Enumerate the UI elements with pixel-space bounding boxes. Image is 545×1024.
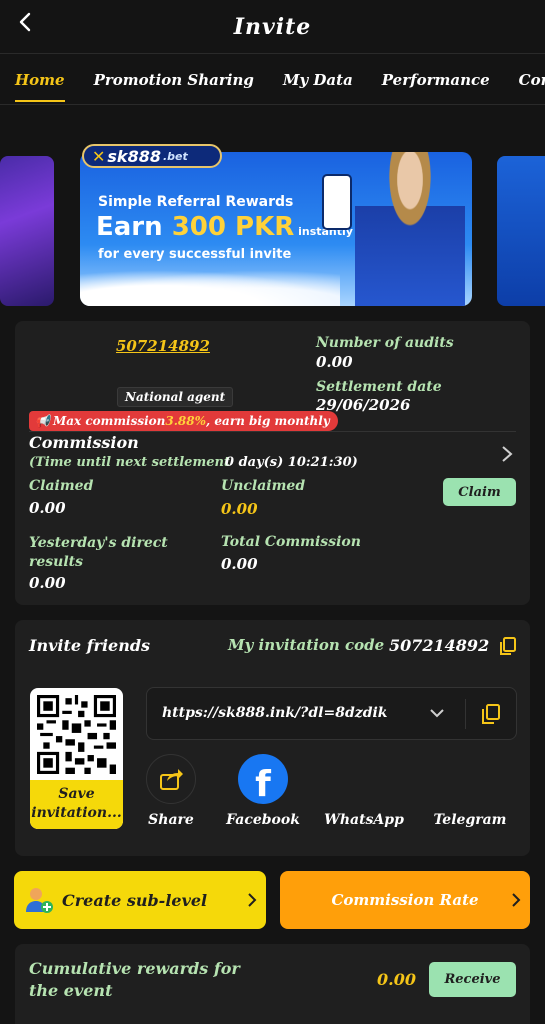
yesterday-results-value: 0.00	[29, 574, 66, 592]
banner-carousel[interactable]: Simple Referral Rewards Earn 300 PKR ins…	[0, 140, 545, 310]
max-commission-banner: 📢 Max commission 3.88%, earn big monthly	[29, 411, 338, 431]
agent-badge: National agent	[117, 387, 234, 407]
audits-value: 0.00	[316, 353, 353, 371]
share-option-facebook[interactable]: f Facebook	[223, 754, 303, 828]
create-sublevel-button[interactable]: Create sub-level	[14, 871, 266, 929]
audits-label: Number of audits	[316, 335, 454, 351]
tab-performance[interactable]: Performance	[382, 71, 490, 89]
model-illustration	[355, 152, 465, 306]
add-user-icon	[26, 888, 53, 913]
settlement-date-label: Settlement date	[316, 379, 442, 395]
chevron-right-icon	[512, 893, 521, 907]
link-divider	[465, 699, 466, 729]
carousel-indicator	[222, 292, 240, 297]
receive-button[interactable]: Receive	[429, 962, 516, 997]
claimed-label: Claimed	[29, 478, 94, 494]
invitation-code-label: My invitation code	[228, 636, 385, 654]
chevron-right-icon[interactable]	[499, 443, 515, 465]
top-bar: Invite	[0, 0, 545, 54]
banner-line-3: for every successful invite	[98, 247, 292, 262]
share-icon	[146, 754, 196, 804]
user-id: 507214892	[116, 337, 210, 355]
commission-title: Commission	[29, 433, 139, 452]
event-rewards-label: Cumulative rewards for the event	[29, 959, 240, 1000]
banner-line-2: Earn 300 PKR instantly	[96, 212, 353, 242]
tab-commission[interactable]: Commiss	[519, 71, 545, 89]
commission-card: 507214892 National agent Number of audit…	[15, 321, 530, 605]
phone-illustration	[322, 174, 352, 230]
facebook-icon: f	[238, 754, 288, 805]
tab-my-data[interactable]: My Data	[283, 71, 353, 89]
tab-promotion-sharing[interactable]: Promotion Sharing	[94, 71, 254, 89]
banner-previous[interactable]	[0, 156, 54, 306]
copy-link-icon[interactable]	[480, 703, 502, 725]
chevron-down-icon[interactable]	[428, 706, 446, 720]
divider	[29, 431, 516, 432]
banner-clouds	[80, 270, 340, 306]
telegram-label: Telegram	[433, 812, 507, 828]
tab-home[interactable]: Home	[15, 71, 65, 102]
copy-code-icon[interactable]	[498, 636, 518, 656]
claimed-value: 0.00	[29, 499, 66, 517]
event-rewards-value: 0.00	[377, 970, 416, 989]
invitation-link-field[interactable]: https://sk888.ink/?dl=8dzdik	[146, 687, 517, 740]
total-commission-label: Total Commission	[221, 534, 361, 550]
qr-code-card[interactable]: Save invitation...	[30, 688, 123, 829]
unclaimed-label: Unclaimed	[221, 478, 306, 494]
share-option-telegram[interactable]: Telegram	[429, 754, 511, 828]
unclaimed-value: 0.00	[221, 500, 258, 518]
chevron-right-icon	[248, 893, 257, 907]
claim-button[interactable]: Claim	[443, 478, 516, 506]
countdown-label: (Time until next settlement	[29, 455, 230, 470]
whatsapp-label: WhatsApp	[324, 812, 404, 828]
back-arrow-icon[interactable]	[14, 10, 38, 34]
event-rewards-card: Cumulative rewards for the event 0.00 Re…	[15, 944, 530, 1024]
save-invitation-button[interactable]: Save invitation...	[30, 780, 123, 829]
share-option-whatsapp[interactable]: WhatsApp	[323, 754, 405, 828]
tab-bar: Home Promotion Sharing My Data Performan…	[0, 55, 545, 105]
share-option-share[interactable]: Share	[146, 754, 196, 828]
referral-banner[interactable]: Simple Referral Rewards Earn 300 PKR ins…	[80, 152, 472, 306]
megaphone-icon: 📢	[35, 414, 50, 428]
yesterday-results-label: Yesterday's direct results	[29, 535, 168, 570]
commission-rate-button[interactable]: Commission Rate	[280, 871, 530, 929]
invitation-code-value: 507214892	[389, 636, 490, 655]
banner-line-1: Simple Referral Rewards	[98, 194, 294, 210]
invite-card: Invite friends My invitation code 507214…	[15, 620, 530, 856]
countdown-value: 0 day(s) 10:21:30)	[225, 455, 358, 470]
invite-title: Invite friends	[29, 636, 151, 655]
banner-next[interactable]	[497, 156, 545, 306]
page-title: Invite	[233, 13, 312, 40]
qr-code-icon	[37, 695, 116, 774]
total-commission-value: 0.00	[221, 555, 258, 573]
invitation-link: https://sk888.ink/?dl=8dzdik	[162, 705, 388, 721]
sk888-logo: ✕ sk888 .bet	[82, 144, 222, 168]
